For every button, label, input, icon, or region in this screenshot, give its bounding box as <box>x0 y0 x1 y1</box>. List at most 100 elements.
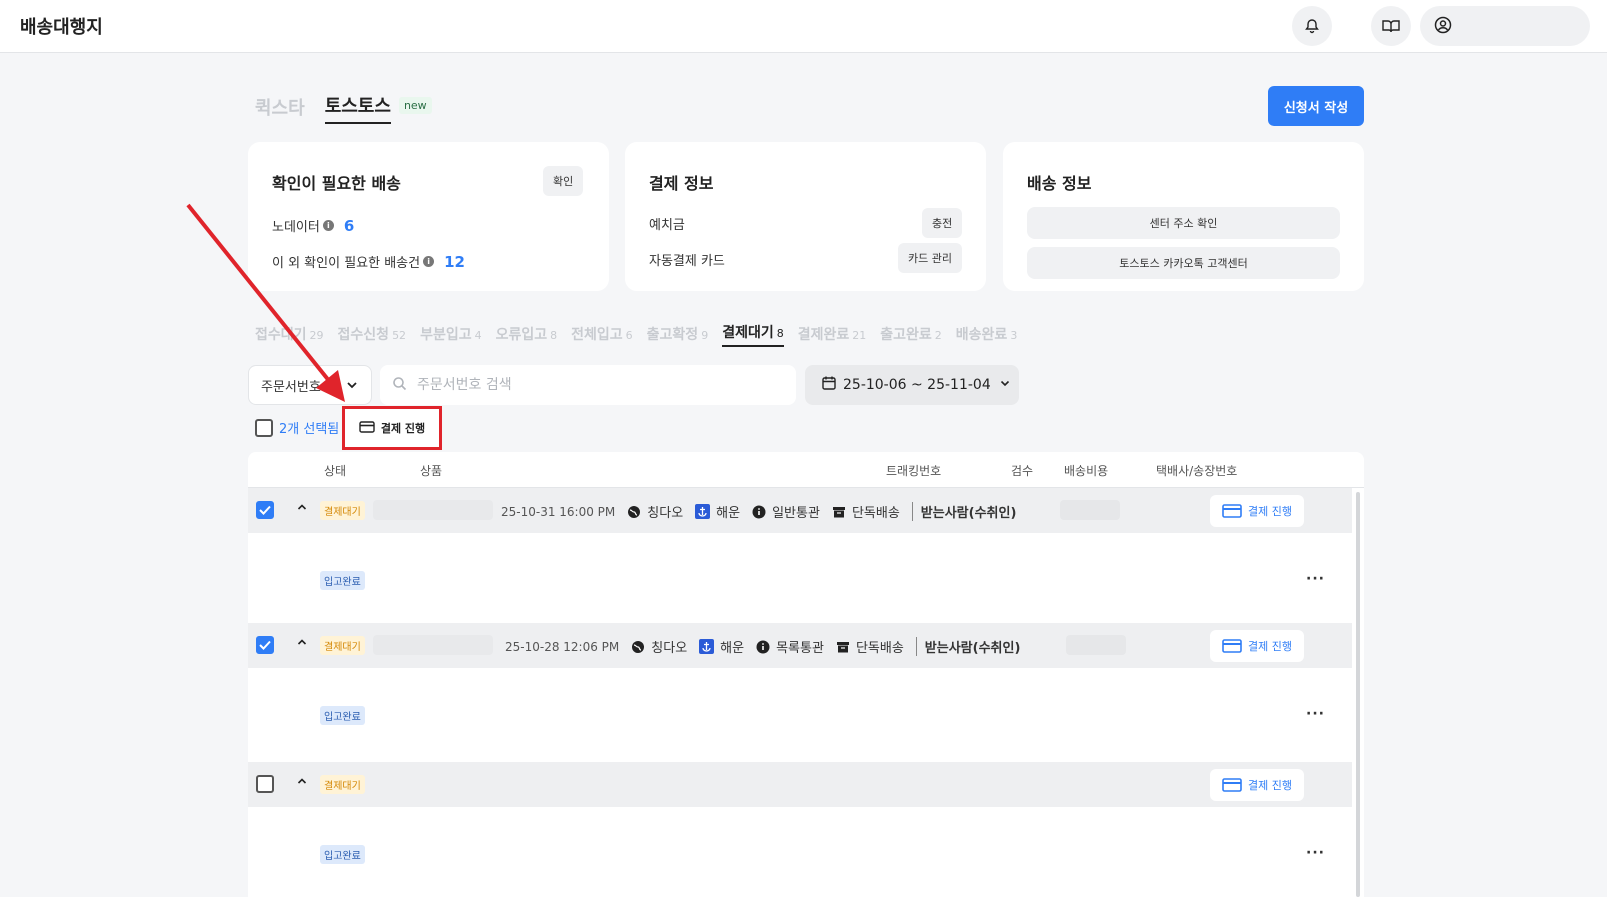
tab-quickstar[interactable]: 퀵스타 <box>255 94 305 124</box>
more-options-icon[interactable]: ··· <box>1306 706 1325 722</box>
status-tab[interactable]: 접수대기 29 <box>255 324 324 347</box>
deposit-label: 예치금 <box>649 218 685 233</box>
row-pay-label: 결제 진행 <box>1248 779 1292 792</box>
app-title: 배송대행지 <box>20 17 103 38</box>
selected-count: 2개 선택됨 <box>279 422 340 437</box>
col-carrier: 택배사/송장번호 <box>1156 464 1238 478</box>
table-row[interactable]: 결제대기 결제 진행 <box>248 762 1352 807</box>
box-icon <box>836 640 850 654</box>
charge-button[interactable]: 충전 <box>922 208 963 238</box>
row-checkbox[interactable] <box>256 775 274 793</box>
order-table: 상태 상품 트래킹번호 검수 배송비용 택배사/송장번호 결제대기 25-10-… <box>248 452 1364 897</box>
bulk-pay-label: 결제 진행 <box>380 422 426 435</box>
row-checkbox[interactable] <box>256 501 274 519</box>
status-tab[interactable]: 배송완료 3 <box>956 324 1018 347</box>
more-options-icon[interactable]: ··· <box>1306 845 1325 861</box>
table-row[interactable]: 결제대기 25-10-28 12:06 PM 칭다오 해운 목록통관 단독배송 … <box>248 623 1352 668</box>
no-data-label: 노데이터 <box>272 220 320 235</box>
status-tab[interactable]: 결제완료 21 <box>798 324 867 347</box>
status-tab[interactable]: 접수신청 52 <box>338 324 407 347</box>
row-pay-label: 결제 진행 <box>1248 505 1292 518</box>
credit-card-icon <box>1222 639 1242 653</box>
row-detail: 입고완료 ··· <box>248 533 1352 627</box>
chevron-up-icon[interactable] <box>296 636 308 652</box>
row-detail: 입고완료 ··· <box>248 807 1352 897</box>
row-pay-label: 결제 진행 <box>1248 640 1292 653</box>
status-tab[interactable]: 출고확정 9 <box>647 324 709 347</box>
status-tab[interactable]: 출고완료 2 <box>880 324 942 347</box>
book-icon[interactable] <box>1371 6 1411 46</box>
confirm-button[interactable]: 확인 <box>543 166 584 196</box>
blurred-product <box>373 500 493 520</box>
table-header: 상태 상품 트래킹번호 검수 배송비용 택배사/송장번호 <box>248 452 1364 488</box>
credit-card-icon <box>1222 504 1242 518</box>
card-title: 배송 정보 <box>1027 174 1092 193</box>
col-tracking: 트래킹번호 <box>886 464 942 478</box>
status-tabs: 접수대기 29 접수신청 52 부분입고 4 오류입고 8 전체입고 6 출고확정 9 결제… <box>255 322 1031 347</box>
col-status: 상태 <box>324 464 347 478</box>
bell-icon[interactable] <box>1292 6 1332 46</box>
date-range-picker[interactable]: 25-10-06 ~ 25-11-04 <box>805 365 1019 405</box>
delivery-label: 단독배송 <box>851 506 900 521</box>
no-data-row[interactable]: 노데이터 i 6 <box>272 216 354 236</box>
search-icon <box>392 376 407 395</box>
col-inspection: 검수 <box>1011 464 1034 478</box>
sub-status-badge: 입고완료 <box>320 845 365 864</box>
chevron-up-icon[interactable] <box>296 501 308 517</box>
search-field[interactable] <box>380 365 796 405</box>
origin-label: 칭다오 <box>651 641 688 656</box>
status-badge: 결제대기 <box>320 775 365 794</box>
globe-icon <box>627 505 641 519</box>
other-check-count: 12 <box>444 252 465 271</box>
search-input[interactable] <box>417 377 777 393</box>
other-check-label: 이 외 확인이 필요한 배송건 <box>272 256 421 271</box>
row-checkbox[interactable] <box>256 636 274 654</box>
table-row[interactable]: 결제대기 25-10-31 16:00 PM 칭다오 해운 일반통관 단독배송 … <box>248 488 1352 533</box>
status-tab-active[interactable]: 결제대기 8 <box>722 322 784 347</box>
origin-label: 칭다오 <box>647 506 684 521</box>
shipping-info-card: 배송 정보 센터 주소 확인 토스토스 카카오톡 고객센터 <box>1003 142 1364 291</box>
delivery-label: 단독배송 <box>855 641 904 656</box>
table-scrollbar[interactable] <box>1356 492 1360 897</box>
status-tab[interactable]: 부분입고 4 <box>420 324 482 347</box>
write-application-button[interactable]: 신청서 작성 <box>1268 86 1364 126</box>
other-check-row[interactable]: 이 외 확인이 필요한 배송건 i 12 <box>272 252 465 272</box>
info-icon: i <box>322 220 334 231</box>
row-datetime: 25-10-31 16:00 PM <box>501 504 616 519</box>
date-range-text: 25-10-06 ~ 25-11-04 <box>843 377 991 393</box>
kakao-support-button[interactable]: 토스토스 카카오톡 고객센터 <box>1027 247 1340 279</box>
tab-tostos[interactable]: 토스토스 <box>324 92 391 124</box>
sub-status-badge: 입고완료 <box>320 706 365 725</box>
check-needed-card: 확인이 필요한 배송 확인 노데이터 i 6 이 외 확인이 필요한 배송건 i… <box>248 142 609 291</box>
chevron-up-icon[interactable] <box>296 775 308 791</box>
sub-status-badge: 입고완료 <box>320 571 365 590</box>
center-address-button[interactable]: 센터 주소 확인 <box>1027 207 1340 239</box>
customs-label: 일반통관 <box>772 506 820 521</box>
row-datetime: 25-10-28 12:06 PM <box>505 639 620 654</box>
row-pay-button[interactable]: 결제 진행 <box>1210 630 1304 662</box>
globe-icon <box>631 640 645 654</box>
anchor-icon <box>695 504 711 519</box>
select-all-checkbox[interactable] <box>255 418 273 437</box>
search-type-select[interactable]: 주문서번호 <box>248 365 372 405</box>
col-shipping-cost: 배송비용 <box>1064 464 1109 478</box>
status-badge: 결제대기 <box>320 501 365 520</box>
row-pay-button[interactable]: 결제 진행 <box>1210 769 1304 801</box>
info-icon: i <box>423 256 435 267</box>
status-tab[interactable]: 전체입고 6 <box>571 324 633 347</box>
row-pay-button[interactable]: 결제 진행 <box>1210 495 1304 527</box>
status-tab[interactable]: 오류입고 8 <box>496 324 558 347</box>
main-tabs: 퀵스타 토스토스 new <box>255 92 432 124</box>
more-options-icon[interactable]: ··· <box>1306 571 1325 587</box>
box-icon <box>832 505 846 519</box>
credit-card-icon <box>359 420 375 436</box>
transport-label: 해운 <box>716 506 741 521</box>
payment-info-card: 결제 정보 예치금 충전 자동결제 카드 카드 관리 <box>625 142 986 291</box>
bulk-pay-button[interactable]: 결제 진행 <box>342 406 442 450</box>
user-menu[interactable] <box>1420 6 1590 46</box>
new-badge: new <box>398 97 432 114</box>
card-title: 확인이 필요한 배송 <box>272 174 401 193</box>
card-manage-button[interactable]: 카드 관리 <box>898 243 962 273</box>
customs-label: 목록통관 <box>776 641 824 656</box>
blurred-cell <box>1066 635 1126 655</box>
